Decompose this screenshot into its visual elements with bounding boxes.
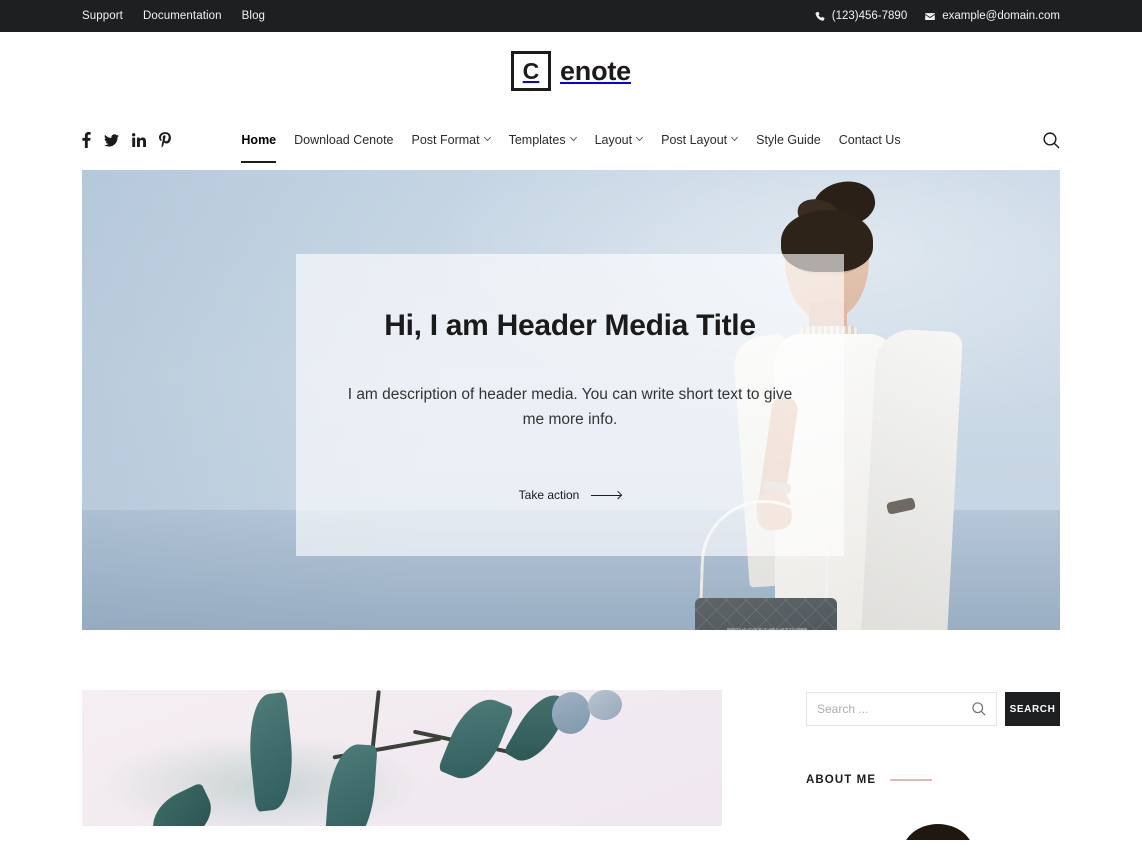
nav-item-post-layout[interactable]: Post Layout — [652, 129, 747, 151]
post-thumbnail[interactable] — [82, 690, 722, 826]
hero-text-overlay: Hi, I am Header Media Title I am descrip… — [296, 254, 844, 556]
topbar-link-documentation[interactable]: Documentation — [143, 10, 222, 22]
logo-mark: C — [510, 51, 551, 91]
topbar-phone-text: (123)456-7890 — [831, 10, 908, 22]
search-input-wrapper[interactable] — [806, 692, 997, 726]
primary-menu: Home Download Cenote Post Format Templat… — [0, 129, 1142, 163]
social-links — [82, 132, 171, 148]
hero-section-wrapper: VERSACE JEANS Hi, I am Header Media Titl… — [0, 170, 1142, 630]
nav-label: Post Format — [411, 133, 480, 147]
post-list-column — [82, 690, 722, 840]
twitter-icon[interactable] — [104, 133, 119, 147]
nav-item-download-cenote[interactable]: Download Cenote — [285, 129, 402, 151]
nav-item-layout[interactable]: Layout — [586, 129, 653, 151]
envelope-icon — [924, 11, 936, 22]
widget-title-about-me: ABOUT ME — [806, 774, 1060, 786]
hero-cta-label: Take action — [518, 488, 580, 503]
topbar-email[interactable]: example@domain.com — [924, 10, 1060, 22]
hero-description: I am description of header media. You ca… — [347, 386, 793, 429]
top-bar-links: Support Documentation Blog — [82, 10, 265, 22]
nav-label: Post Layout — [661, 133, 728, 147]
topbar-link-blog[interactable]: Blog — [242, 10, 265, 22]
topbar-phone[interactable]: (123)456-7890 — [815, 10, 907, 22]
nav-label: Templates — [508, 133, 566, 147]
nav-item-templates[interactable]: Templates — [500, 129, 586, 151]
search-icon[interactable] — [1043, 131, 1060, 149]
top-bar-contact: (123)456-7890 example@domain.com — [815, 10, 1060, 22]
content-area: SEARCH ABOUT ME — [0, 630, 1142, 840]
top-bar: Support Documentation Blog (123)456-7890… — [0, 0, 1142, 32]
sidebar: SEARCH ABOUT ME — [806, 690, 1060, 840]
logo-text: enote — [559, 55, 631, 86]
nav-label: Download Cenote — [294, 133, 394, 147]
chevron-down-icon — [569, 136, 577, 143]
hero-title: Hi, I am Header Media Title — [384, 309, 756, 342]
nav-label: Home — [241, 133, 277, 147]
nav-item-home[interactable]: Home — [232, 129, 285, 163]
nav-label: Contact Us — [838, 133, 901, 147]
search-submit-button[interactable]: SEARCH — [1005, 692, 1060, 726]
sidebar-search-form: SEARCH — [806, 692, 1060, 726]
site-logo[interactable]: C enote — [510, 51, 631, 91]
topbar-email-text: example@domain.com — [942, 10, 1060, 22]
linkedin-icon[interactable] — [132, 133, 146, 147]
search-icon[interactable] — [972, 702, 986, 716]
hero-cta-button[interactable]: Take action — [519, 488, 622, 502]
search-input[interactable] — [817, 702, 972, 716]
nav-item-style-guide[interactable]: Style Guide — [747, 129, 830, 151]
logo-area: C enote — [0, 32, 1142, 110]
nav-item-contact-us[interactable]: Contact Us — [830, 129, 910, 151]
topbar-link-support[interactable]: Support — [82, 10, 123, 22]
nav-item-post-format[interactable]: Post Format — [403, 129, 500, 151]
nav-label: Style Guide — [756, 133, 821, 147]
pinterest-icon[interactable] — [159, 132, 171, 148]
chevron-down-icon — [483, 136, 491, 143]
about-me-photo — [806, 800, 1060, 840]
arrow-right-icon — [591, 494, 622, 496]
chevron-down-icon — [636, 136, 644, 143]
facebook-icon[interactable] — [82, 132, 91, 148]
widget-title-text: ABOUT ME — [806, 774, 877, 786]
hero-section: VERSACE JEANS Hi, I am Header Media Titl… — [82, 170, 1060, 630]
nav-label: Layout — [594, 133, 633, 147]
main-navbar: Home Download Cenote Post Format Templat… — [0, 110, 1142, 170]
bag-brand-label: VERSACE JEANS — [726, 628, 807, 630]
phone-icon — [815, 11, 826, 22]
chevron-down-icon — [731, 136, 739, 143]
title-rule — [890, 779, 933, 781]
